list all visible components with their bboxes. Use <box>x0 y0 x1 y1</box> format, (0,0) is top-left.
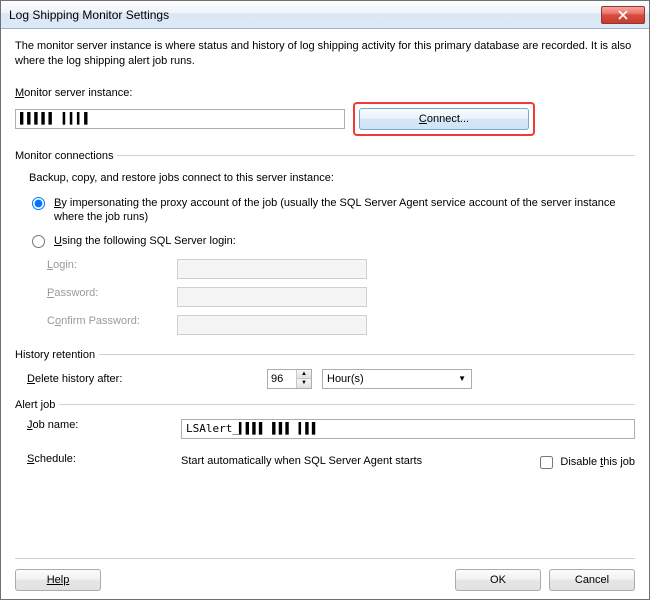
monitor-instance-label: Monitor server instance: <box>15 87 635 99</box>
connect-button[interactable]: Connect... <box>359 108 529 130</box>
job-name-input[interactable] <box>181 419 635 439</box>
history-row: Delete history after: ▲ ▼ Hour(s) ▼ <box>15 369 635 389</box>
connections-subtext: Backup, copy, and restore jobs connect t… <box>29 172 635 184</box>
schedule-text: Start automatically when SQL Server Agen… <box>181 453 518 468</box>
close-button[interactable] <box>601 6 645 24</box>
intro-text: The monitor server instance is where sta… <box>15 39 635 69</box>
login-grid: Login: Password: Confirm Password: <box>47 259 635 335</box>
spinner-up[interactable]: ▲ <box>297 370 311 379</box>
history-retention-group: History retention Delete history after: … <box>15 349 635 389</box>
alert-grid: Job name: Schedule: Start automatically … <box>15 419 635 472</box>
radio-sql-login-label[interactable]: Using the following SQL Server login: <box>54 234 236 248</box>
job-name-label: Job name: <box>27 419 177 431</box>
disable-job-label[interactable]: Disable this job <box>560 456 635 468</box>
disable-job-wrap: Disable this job <box>522 453 635 472</box>
alert-job-legend: Alert job <box>15 399 59 411</box>
close-icon <box>618 10 628 20</box>
ok-button[interactable]: OK <box>455 569 541 591</box>
delete-history-label: Delete history after: <box>27 373 257 385</box>
radio-impersonate[interactable] <box>32 197 45 210</box>
monitor-connections-group: Monitor connections Backup, copy, and re… <box>15 150 635 339</box>
titlebar: Log Shipping Monitor Settings <box>1 1 649 29</box>
radio-sql-login[interactable] <box>32 235 45 248</box>
confirm-password-label: Confirm Password: <box>47 315 177 335</box>
cancel-button[interactable]: Cancel <box>549 569 635 591</box>
radio-impersonate-row: By impersonating the proxy account of th… <box>27 196 635 225</box>
password-label: Password: <box>47 287 177 307</box>
chevron-down-icon: ▼ <box>453 374 471 383</box>
monitor-connections-legend: Monitor connections <box>15 150 117 162</box>
history-value-input[interactable] <box>268 370 296 388</box>
history-unit-combo[interactable]: Hour(s) ▼ <box>322 369 472 389</box>
radio-sql-login-row: Using the following SQL Server login: <box>27 234 635 248</box>
spinner-down[interactable]: ▼ <box>297 379 311 388</box>
spinner-buttons: ▲ ▼ <box>296 370 311 388</box>
history-value-spinner[interactable]: ▲ ▼ <box>267 369 312 389</box>
login-input <box>177 259 367 279</box>
help-button[interactable]: Help <box>15 569 101 591</box>
dialog-footer: Help OK Cancel <box>15 558 635 591</box>
disable-job-checkbox[interactable] <box>540 456 553 469</box>
history-unit-text: Hour(s) <box>327 373 453 385</box>
dialog-content: The monitor server instance is where sta… <box>1 29 649 599</box>
radio-impersonate-label[interactable]: By impersonating the proxy account of th… <box>54 196 635 225</box>
schedule-label: Schedule: <box>27 453 177 465</box>
history-retention-legend: History retention <box>15 349 99 361</box>
monitor-instance-row: Connect... <box>15 102 635 136</box>
monitor-instance-input[interactable] <box>15 109 345 129</box>
alert-job-group: Alert job Job name: Schedule: Start auto… <box>15 399 635 472</box>
password-input <box>177 287 367 307</box>
window-title: Log Shipping Monitor Settings <box>9 8 601 22</box>
connect-highlight: Connect... <box>353 102 535 136</box>
confirm-password-input <box>177 315 367 335</box>
login-label: Login: <box>47 259 177 279</box>
